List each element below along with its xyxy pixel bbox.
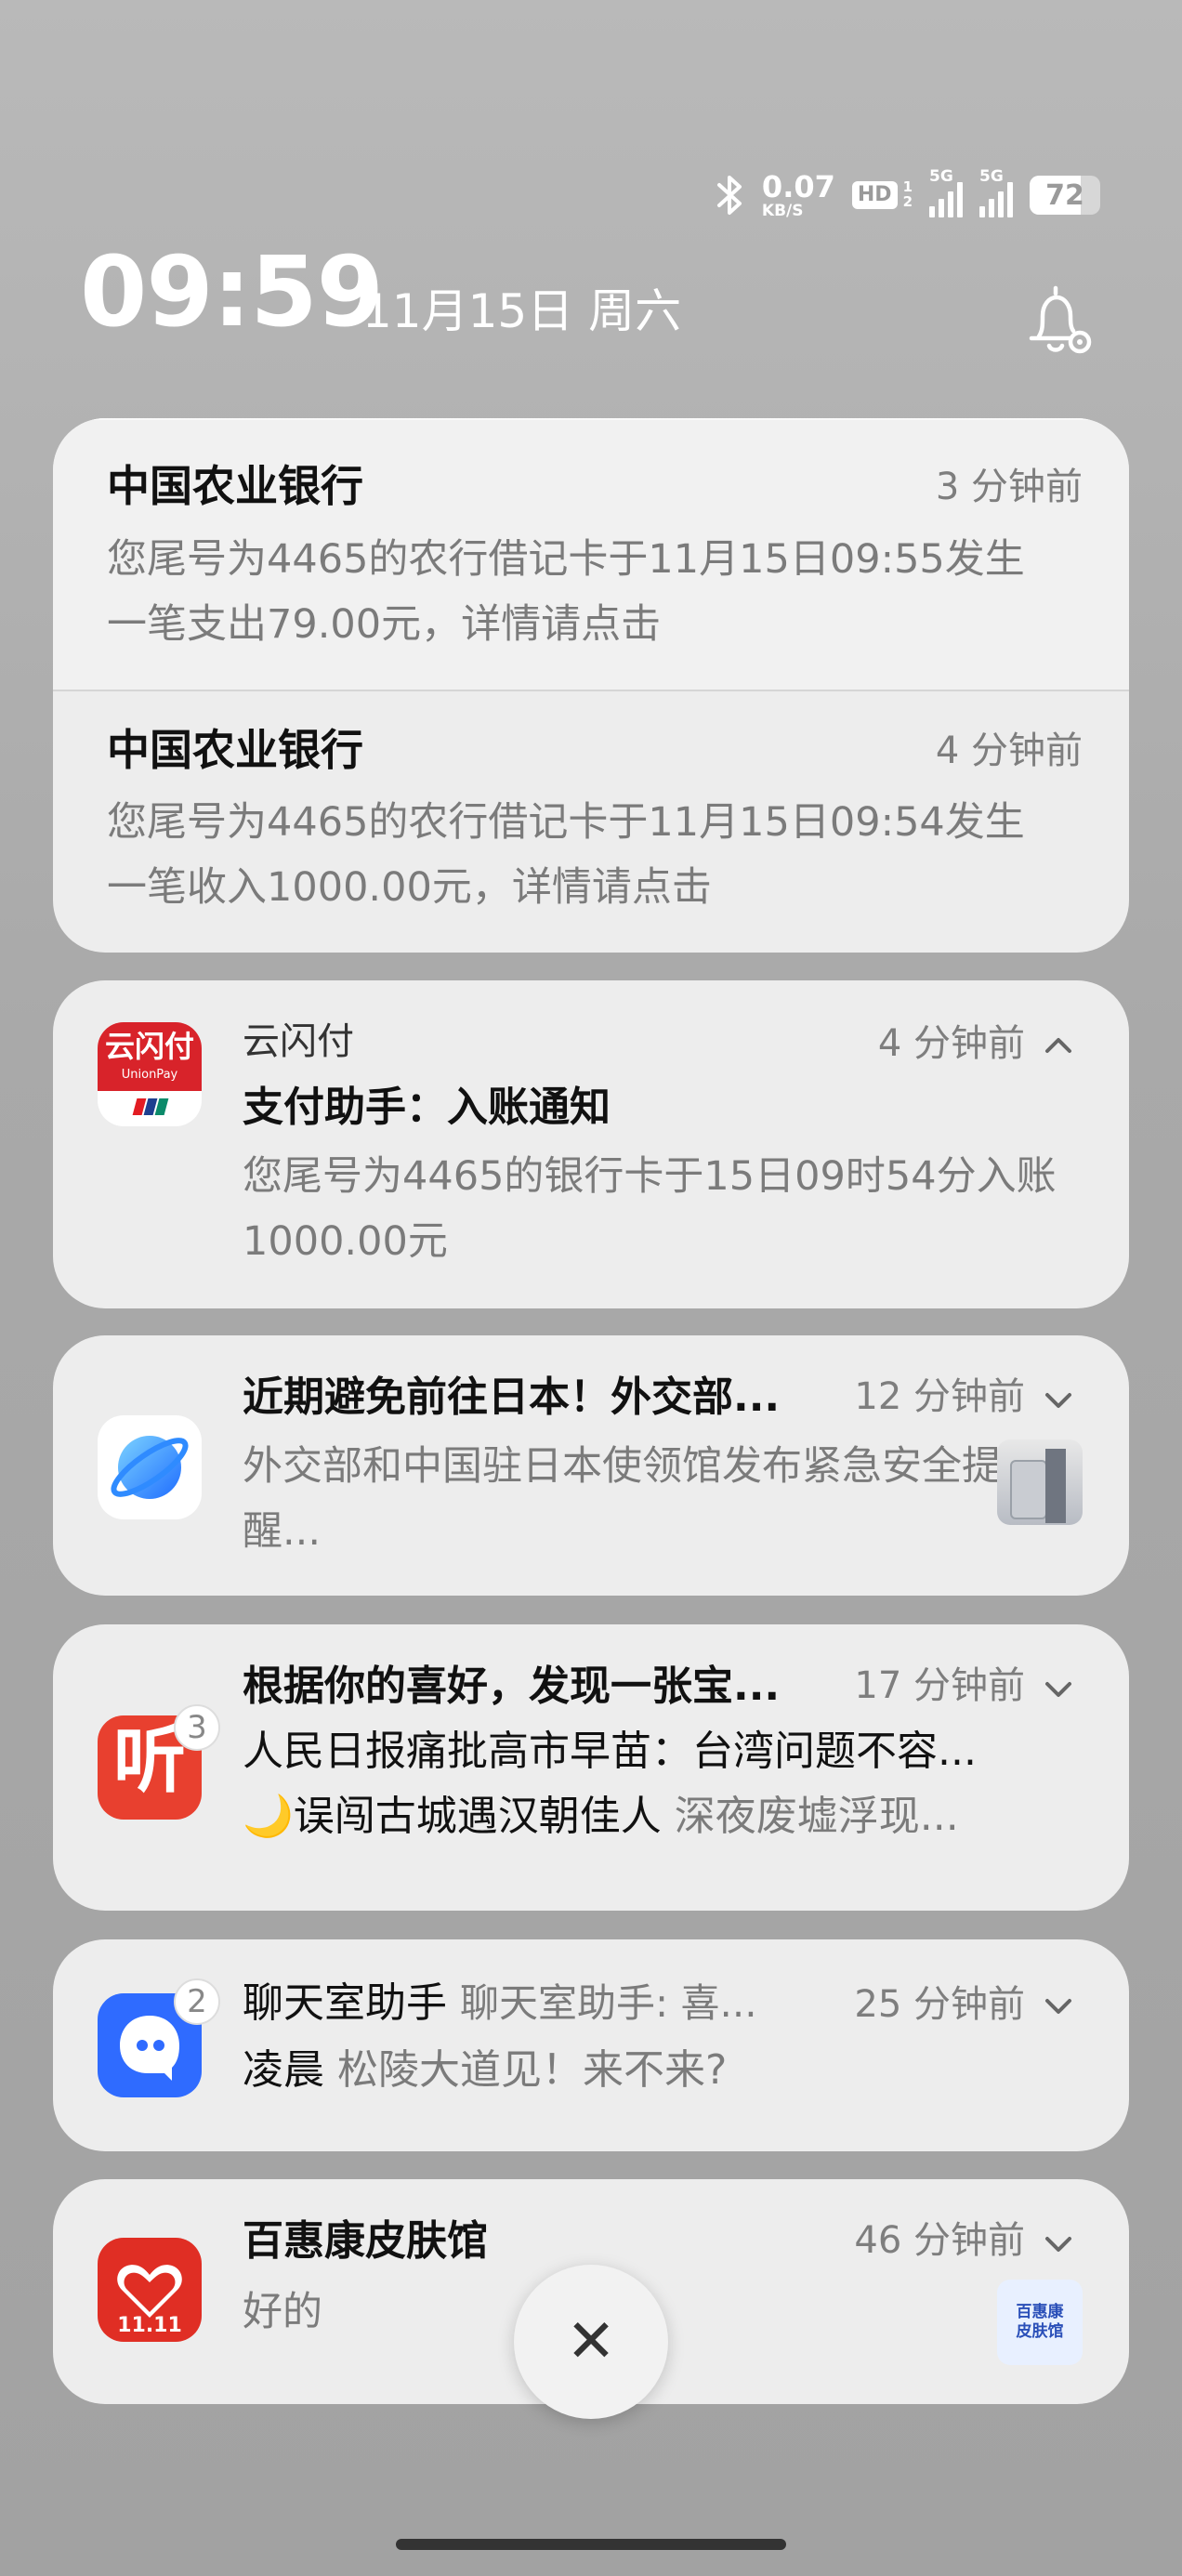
close-icon: ✕ — [566, 2307, 616, 2376]
notification-body: 您尾号为4465的银行卡于15日09时54分入账1000.00元 — [243, 1153, 1057, 1265]
notification-subtitle: 🌙误闯古城遇汉朝佳人 — [243, 1793, 662, 1840]
network-speed: 0.07 KB/S — [762, 172, 835, 219]
notification-ting[interactable]: 听 3 根据你的喜好，发现一张宝... 17 分钟前 人民日报痛批高市早苗：台湾… — [53, 1624, 1129, 1911]
clock-date: 11月15日 周六 — [362, 284, 682, 338]
clock-time: 09:59 — [80, 235, 384, 348]
hd-sim-label: 12 — [902, 178, 913, 210]
notification-title: 支付助手：入账通知 — [243, 1084, 611, 1131]
notification-sender: 凌晨 — [243, 2046, 324, 2094]
notification-unionpay[interactable]: 云闪付 UnionPay 云闪付 4 分钟前 支付助手：入账通知 您尾号为446… — [53, 980, 1129, 1308]
notification-title-preview: 聊天室助手: 喜... — [460, 1980, 757, 2026]
bluetooth-icon — [716, 176, 742, 215]
hd-voice-icon: HD — [851, 181, 898, 209]
notification-app-name: 云闪付 — [243, 1020, 354, 1063]
home-indicator[interactable] — [396, 2539, 786, 2550]
notification-message: 您尾号为4465的农行借记卡于11月15日09:55发生一笔支出79.00元，详… — [107, 536, 1025, 648]
notification-title: 百惠康皮肤馆 — [243, 2217, 488, 2265]
notification-time: 25 分钟前 — [854, 1983, 1025, 2026]
notification-time: 46 分钟前 — [854, 2219, 1025, 2262]
expand-chevron-icon[interactable] — [1040, 2231, 1077, 2255]
expand-chevron-icon[interactable] — [1040, 1387, 1077, 1412]
notification-title-line: 聊天室助手 聊天室助手: 喜... — [243, 1977, 757, 2030]
clear-all-button[interactable]: ✕ — [514, 2265, 668, 2419]
sim2-network-type: 5G — [979, 167, 1004, 186]
notification-settings-icon[interactable] — [1018, 279, 1102, 362]
unread-badge: 2 — [174, 1978, 220, 2025]
unionpay-icon-subtext: UnionPay — [121, 1068, 178, 1082]
notification-group-abc[interactable]: 中国农业银行 3 分钟前 您尾号为4465的农行借记卡于11月15日09:55发… — [53, 418, 1129, 953]
notification-chat[interactable]: 2 聊天室助手 聊天室助手: 喜... 25 分钟前 凌晨 松陵大道见！来不来? — [53, 1939, 1129, 2151]
notification-message: 您尾号为4465的农行借记卡于11月15日09:54发生一笔收入1000.00元… — [107, 799, 1025, 911]
notification-abc-expense[interactable]: 中国农业银行 3 分钟前 您尾号为4465的农行借记卡于11月15日09:55发… — [53, 418, 1129, 691]
sim1-network-type: 5G — [929, 167, 953, 186]
unionpay-icon-text: 云闪付 — [104, 1029, 194, 1064]
battery-icon: 72 — [1030, 176, 1100, 215]
notification-preview: 松陵大道见！来不来? — [337, 2046, 728, 2094]
store-thumbnail: 百惠康 皮肤馆 — [997, 2280, 1083, 2365]
notification-title: 聊天室助手 — [243, 1979, 447, 2027]
notification-time: 12 分钟前 — [854, 1375, 1025, 1418]
notification-title: 根据你的喜好，发现一张宝... — [243, 1663, 781, 1710]
expand-chevron-icon[interactable] — [1040, 1993, 1077, 2017]
notification-line: 凌晨 松陵大道见！来不来? — [243, 2044, 727, 2096]
battery-level: 72 — [1045, 178, 1084, 212]
browser-app-icon — [98, 1415, 202, 1519]
collapse-chevron-icon[interactable] — [1040, 1032, 1077, 1057]
pdd-app-icon: 11.11 — [98, 2238, 202, 2342]
network-speed-unit: KB/S — [761, 201, 804, 220]
pdd-icon-text: 11.11 — [117, 2314, 182, 2337]
sim1-signal-icon: 5G — [929, 167, 963, 217]
unread-badge: 3 — [174, 1704, 220, 1751]
notification-body: 外交部和中国驻日本使领馆发布紧急安全提醒... — [243, 1443, 1002, 1555]
notification-time: 17 分钟前 — [854, 1664, 1025, 1707]
notification-headline: 人民日报痛批高市早苗：台湾问题不容... — [243, 1728, 977, 1775]
expand-chevron-icon[interactable] — [1040, 1676, 1077, 1701]
sim2-signal-icon: 5G — [979, 167, 1013, 217]
notification-line: 人民日报痛批高市早苗：台湾问题不容... — [243, 1725, 977, 1778]
notification-app-name: 中国农业银行 — [107, 725, 363, 775]
notification-line: 🌙误闯古城遇汉朝佳人 深夜废墟浮现... — [243, 1790, 959, 1843]
notification-time: 3 分钟前 — [935, 466, 1083, 508]
news-thumbnail — [997, 1439, 1083, 1525]
network-speed-value: 0.07 — [761, 168, 835, 204]
notification-app-name: 中国农业银行 — [107, 461, 363, 511]
notification-preview: 深夜废墟浮现... — [674, 1793, 959, 1840]
status-bar: 0.07 KB/S HD 12 5G 5G 72 — [714, 167, 1100, 223]
notification-title: 近期避免前往日本！外交部... — [243, 1373, 781, 1421]
notification-news[interactable]: 近期避免前往日本！外交部... 12 分钟前 外交部和中国驻日本使领馆发布紧急安… — [53, 1335, 1129, 1596]
store-thumbnail-text: 百惠康 皮肤馆 — [1016, 2302, 1064, 2341]
notification-time: 4 分钟前 — [935, 729, 1083, 772]
unionpay-app-icon: 云闪付 UnionPay — [98, 1022, 202, 1126]
notification-time: 4 分钟前 — [877, 1022, 1025, 1065]
notification-abc-income[interactable]: 中国农业银行 4 分钟前 您尾号为4465的农行借记卡于11月15日09:54发… — [53, 690, 1129, 953]
